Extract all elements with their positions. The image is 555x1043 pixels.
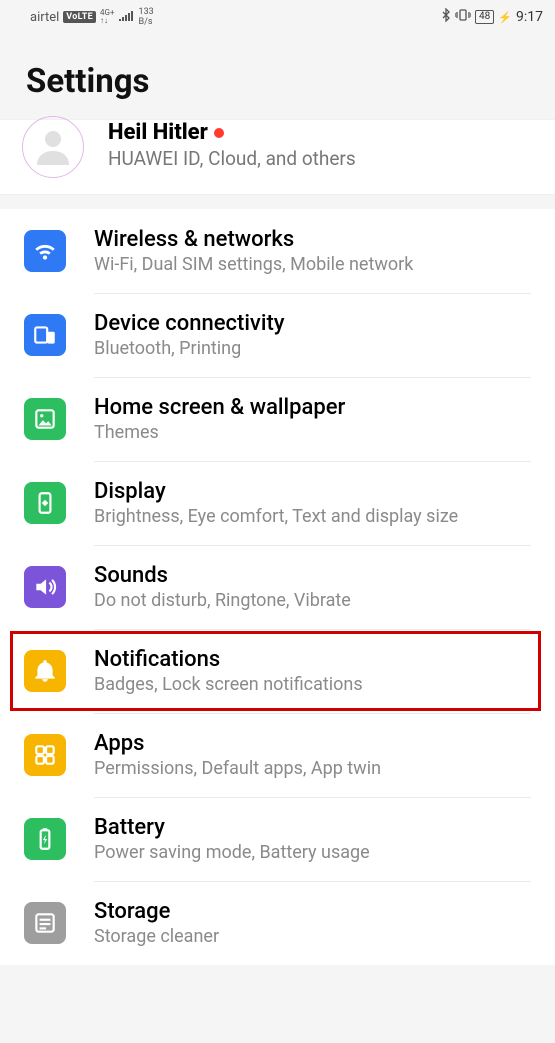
page-header: Settings (0, 34, 555, 121)
row-title: Battery (94, 815, 531, 840)
row-title: Home screen & wallpaper (94, 395, 531, 420)
row-title: Device connectivity (94, 311, 531, 336)
account-subtitle: HUAWEI ID, Cloud, and others (108, 147, 535, 170)
row-subtitle: Badges, Lock screen notifications (94, 674, 531, 695)
row-subtitle: Power saving mode, Battery usage (94, 842, 531, 863)
battery-level: 48 (475, 10, 494, 24)
signal-net-icon: 4G+ ↑↓ (100, 9, 114, 25)
vibrate-icon (455, 8, 471, 26)
row-title: Wireless & networks (94, 227, 531, 252)
row-title: Notifications (94, 647, 531, 672)
row-battery[interactable]: Battery Power saving mode, Battery usage (0, 797, 555, 881)
volte-badge: VoLTE (63, 11, 96, 23)
status-left: airtel VoLTE 4G+ ↑↓ 133 B/s (30, 7, 154, 27)
row-title: Storage (94, 899, 531, 924)
row-subtitle: Brightness, Eye comfort, Text and displa… (94, 506, 531, 527)
alert-dot-icon (214, 128, 224, 138)
row-sounds[interactable]: Sounds Do not disturb, Ringtone, Vibrate (0, 545, 555, 629)
carrier-label: airtel (30, 10, 59, 25)
row-title: Apps (94, 731, 531, 756)
page-title: Settings (26, 62, 529, 101)
speaker-icon (24, 566, 66, 608)
row-subtitle: Storage cleaner (94, 926, 531, 947)
row-display[interactable]: Display Brightness, Eye comfort, Text an… (0, 461, 555, 545)
avatar (22, 116, 84, 178)
apps-grid-icon (24, 734, 66, 776)
battery-charge-icon: ⚡ (498, 11, 512, 24)
status-bar: airtel VoLTE 4G+ ↑↓ 133 B/s 48 ⚡ 9:17 (0, 0, 555, 34)
status-right: 48 ⚡ 9:17 (441, 8, 543, 26)
wifi-icon (24, 230, 66, 272)
account-row[interactable]: Heil Hitler HUAWEI ID, Cloud, and others (0, 119, 555, 195)
display-icon (24, 482, 66, 524)
devices-icon (24, 314, 66, 356)
battery-icon (24, 818, 66, 860)
signal-bars-icon (119, 9, 135, 25)
account-name: Heil Hitler (108, 120, 535, 145)
row-notifications[interactable]: Notifications Badges, Lock screen notifi… (0, 629, 555, 713)
row-subtitle: Do not disturb, Ringtone, Vibrate (94, 590, 531, 611)
row-wireless-networks[interactable]: Wireless & networks Wi-Fi, Dual SIM sett… (0, 209, 555, 293)
row-title: Sounds (94, 563, 531, 588)
row-subtitle: Wi-Fi, Dual SIM settings, Mobile network (94, 254, 531, 275)
row-subtitle: Themes (94, 422, 531, 443)
row-subtitle: Permissions, Default apps, App twin (94, 758, 531, 779)
person-icon (33, 125, 73, 169)
data-rate: 133 B/s (139, 7, 154, 27)
settings-list: Wireless & networks Wi-Fi, Dual SIM sett… (0, 209, 555, 965)
row-subtitle: Bluetooth, Printing (94, 338, 531, 359)
wallpaper-icon (24, 398, 66, 440)
account-text: Heil Hitler HUAWEI ID, Cloud, and others (108, 128, 535, 170)
row-home-screen[interactable]: Home screen & wallpaper Themes (0, 377, 555, 461)
clock: 9:17 (516, 9, 543, 25)
row-device-connectivity[interactable]: Device connectivity Bluetooth, Printing (0, 293, 555, 377)
bell-icon (24, 650, 66, 692)
row-title: Display (94, 479, 531, 504)
row-apps[interactable]: Apps Permissions, Default apps, App twin (0, 713, 555, 797)
bluetooth-icon (441, 8, 451, 26)
storage-icon (24, 902, 66, 944)
row-storage[interactable]: Storage Storage cleaner (0, 881, 555, 965)
